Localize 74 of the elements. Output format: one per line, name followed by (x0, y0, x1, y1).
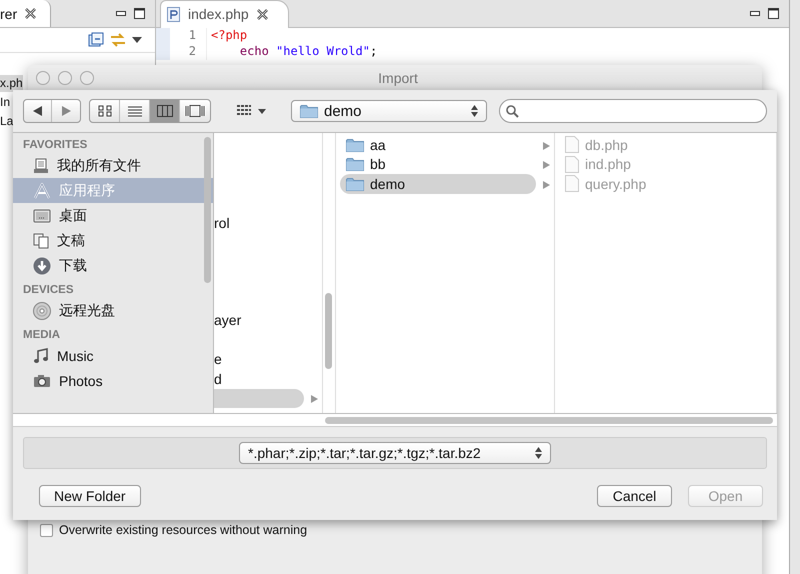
file-type-popup[interactable]: *.phar;*.zip;*.tar;*.tar.gz;*.tgz;*.tar.bz2 (239, 442, 551, 464)
tree-item[interactable]: x.ph (0, 75, 23, 92)
section-heading: FAVORITES (22, 138, 88, 153)
download-icon (33, 256, 51, 274)
file-row: ind.php (559, 154, 758, 174)
folder-icon (346, 138, 364, 152)
file-icon (565, 156, 579, 173)
file-row[interactable]: ayer (214, 310, 304, 330)
close-icon[interactable] (25, 8, 36, 19)
apps-icon (33, 182, 51, 198)
file-row: query.php (559, 174, 758, 194)
checkbox[interactable] (40, 524, 53, 536)
disclosure-arrow-icon (543, 180, 550, 189)
sidebar-item[interactable]: Music (13, 343, 213, 368)
maximize-icon[interactable] (134, 8, 145, 19)
scrollbar-thumb[interactable] (204, 137, 211, 283)
tree-item[interactable]: In (0, 94, 10, 111)
disclosure-arrow-icon (311, 395, 318, 404)
caret-icon (258, 108, 266, 114)
folder-icon (346, 176, 364, 191)
file-row[interactable]: d (214, 369, 304, 388)
list-view-icon (128, 105, 142, 117)
desktop-icon (33, 208, 51, 224)
checkbox-label[interactable]: Overwrite existing resources without warning (59, 523, 308, 537)
column-view-icon (156, 105, 172, 117)
stepper-arrows-icon (471, 105, 478, 117)
file-row: db.php (559, 135, 758, 154)
disclosure-arrow-icon (543, 142, 550, 150)
back-arrow-icon (33, 106, 42, 116)
section-heading: MEDIA (22, 328, 62, 343)
folder-row[interactable]: bb (340, 154, 536, 174)
scrollbar-thumb[interactable] (325, 416, 773, 424)
icon-view-icon (98, 105, 112, 117)
stepper-arrows-icon (535, 447, 542, 459)
code-line: <?php (211, 28, 248, 44)
line-number: 2 (188, 44, 196, 60)
documents-icon (33, 232, 49, 248)
folder-icon (300, 104, 318, 118)
view-menu-icon[interactable] (132, 37, 142, 43)
file-icon (565, 175, 579, 192)
sidebar-item[interactable]: 远程光盘 (13, 298, 213, 323)
forward-arrow-icon (62, 106, 71, 116)
grid-icon (236, 105, 252, 117)
drawer-icon (33, 158, 49, 174)
camera-icon (33, 374, 51, 388)
collapse-all-icon[interactable] (88, 32, 104, 48)
search-field[interactable] (499, 99, 767, 123)
cover-flow-icon (185, 105, 205, 117)
file-row[interactable]: rol (214, 213, 304, 232)
search-icon (506, 104, 519, 118)
folder-row[interactable]: aa (340, 135, 536, 154)
dialog-button[interactable]: Cancel (597, 485, 672, 507)
window-title: Import (377, 70, 419, 86)
minimize-icon[interactable] (116, 10, 126, 16)
php-file-icon (167, 6, 180, 22)
file-row[interactable]: e (214, 350, 304, 369)
sidebar-item[interactable]: Photos (13, 368, 213, 393)
view-mode-button[interactable] (150, 100, 180, 122)
close-icon[interactable] (256, 8, 268, 20)
line-number: 1 (188, 28, 196, 44)
minimize-icon[interactable] (750, 10, 760, 16)
music-note-icon (33, 348, 49, 364)
folder-icon (346, 157, 364, 172)
maximize-icon[interactable] (768, 8, 779, 19)
dialog-button[interactable]: New Folder (39, 485, 141, 507)
section-heading: DEVICES (22, 283, 74, 298)
editor-gutter (156, 28, 170, 60)
file-icon (565, 136, 579, 154)
disclosure-arrow-icon (543, 161, 550, 170)
location-popup[interactable]: demo (291, 100, 487, 122)
scrollbar-thumb[interactable] (325, 293, 332, 369)
disc-icon (33, 302, 51, 320)
code-line: echo "hello Wrold"; (238, 44, 378, 60)
tree-item[interactable]: La (0, 113, 14, 130)
